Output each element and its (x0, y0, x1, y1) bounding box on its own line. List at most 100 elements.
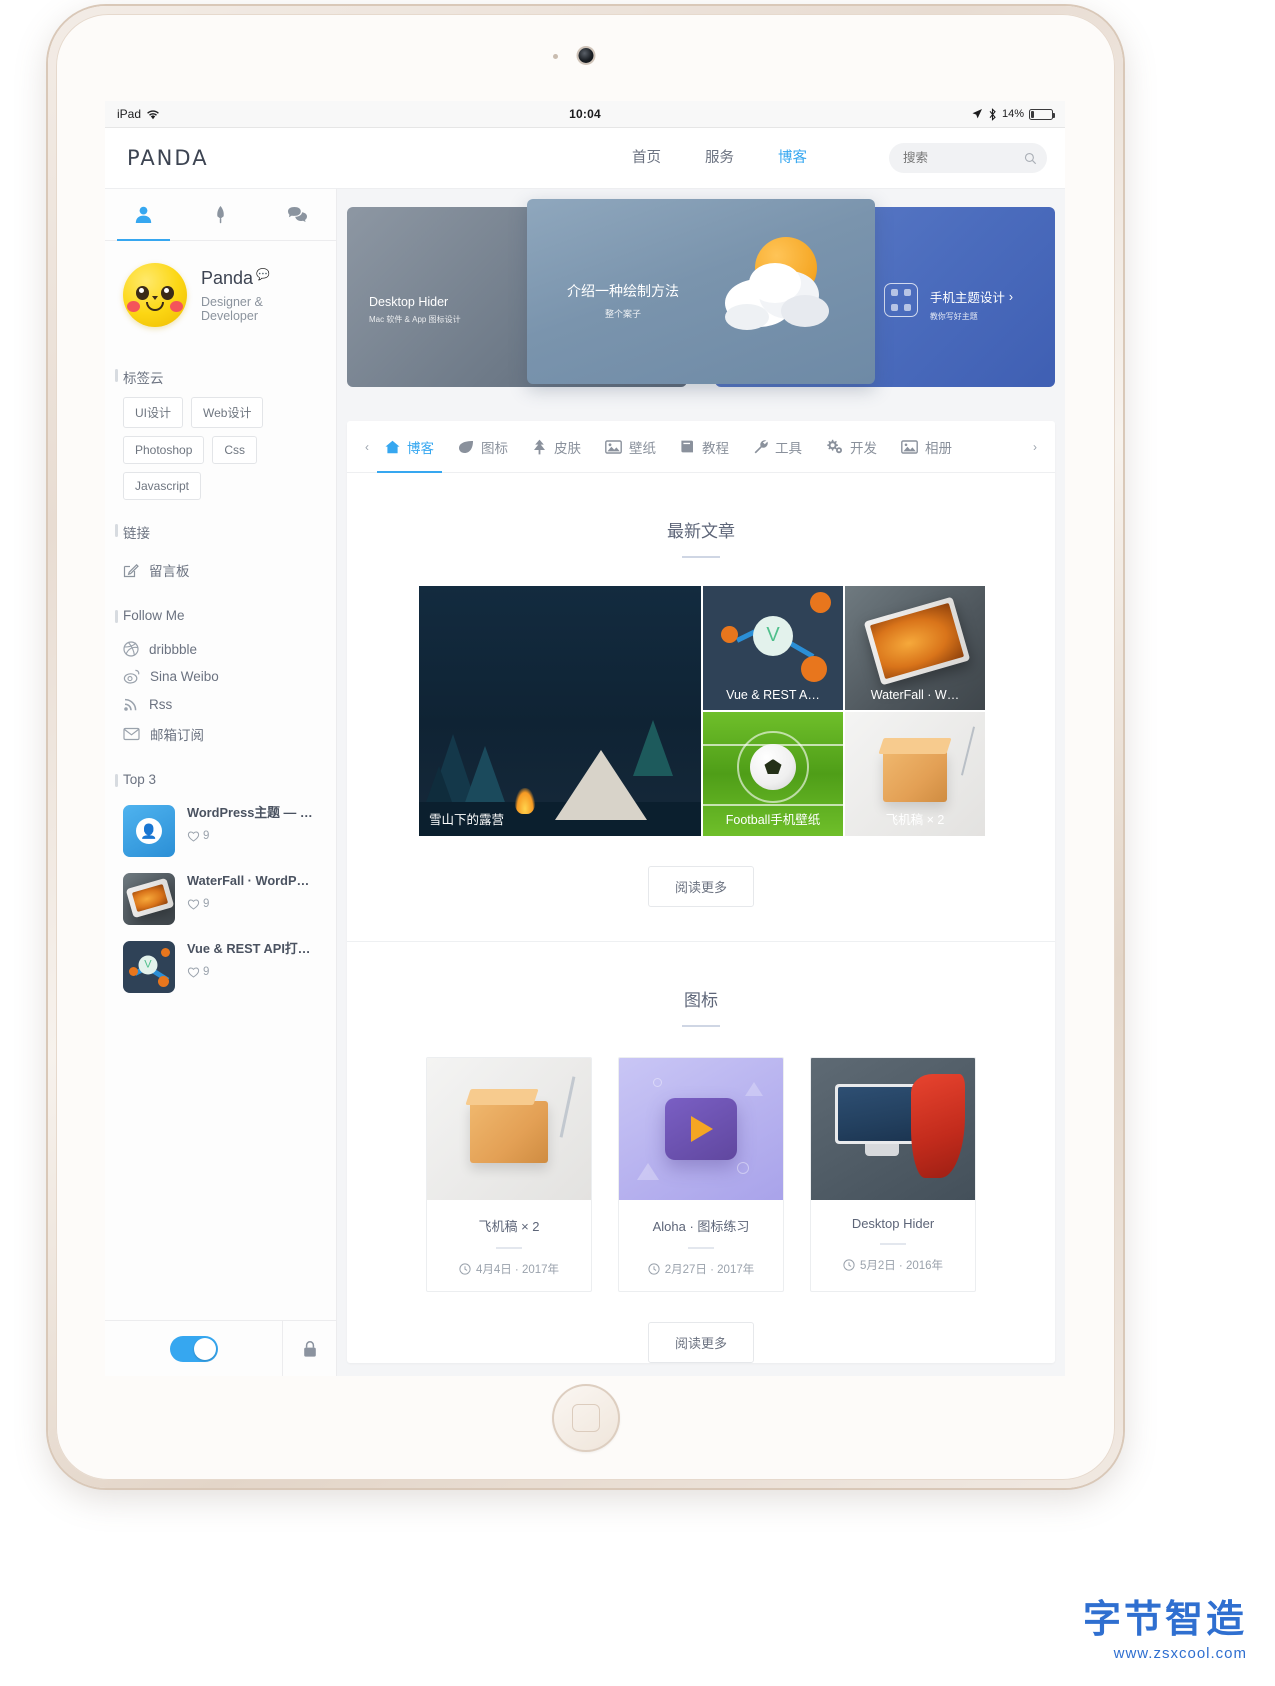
lock-button[interactable] (282, 1321, 336, 1376)
grid-icon (883, 283, 918, 317)
section-title: 图标 (684, 991, 718, 1010)
night-mode-toggle[interactable] (169, 1335, 218, 1362)
nav-item-home[interactable]: 首页 (632, 146, 661, 171)
article-tile-football[interactable]: Football手机壁纸 (703, 712, 843, 836)
status-clock: 10:04 (569, 107, 601, 121)
tab-wallpapers[interactable]: 壁纸 (593, 421, 668, 472)
tag-item[interactable]: Javascript (123, 472, 202, 500)
sidebar-tab-comments[interactable] (259, 189, 336, 240)
tab-development[interactable]: 开发 (814, 421, 889, 472)
tab-tutorials[interactable]: 教程 (668, 421, 741, 472)
page-body: Panda 💬 Designer & Developer 标签云 UI设计 We… (105, 189, 1065, 1376)
card-title: Desktop Hider (851, 1216, 935, 1231)
carousel-slide-active[interactable]: 介绍一种绘制方法 整个案子 (527, 199, 875, 384)
heart-icon (187, 899, 200, 910)
home-button[interactable] (551, 1384, 620, 1452)
list-item[interactable]: V Vue & REST API打… 9 (119, 933, 322, 1001)
photo-icon (901, 439, 918, 454)
follow-item-weibo[interactable]: Sina Weibo (123, 663, 318, 690)
watermark: 字节智造 www.zsxcool.com (1083, 1588, 1247, 1662)
tag-item[interactable]: Web设计 (191, 397, 264, 428)
tag-item[interactable]: Css (212, 436, 258, 464)
slide-caption: 手机主题设计 › 教你写好主题 (883, 283, 1013, 322)
top3-title-text: WordPress主题 — … (187, 805, 313, 820)
top3-text: Vue & REST API打… 9 (187, 941, 310, 978)
battery-icon (1029, 108, 1055, 120)
sidebar-footer (105, 1320, 336, 1376)
dribbble-icon (123, 641, 139, 657)
clock-icon (843, 1259, 855, 1271)
play-icon (665, 1098, 737, 1160)
follow-list: dribbble Sina Weibo Rss 邮箱订阅 (105, 633, 336, 750)
icon-card-desktop-hider[interactable]: Desktop Hider 5月2日 · 2016年 (810, 1057, 976, 1292)
site-logo[interactable]: PANDA (127, 146, 209, 170)
tab-blog[interactable]: 博客 (373, 421, 446, 473)
title-rule (682, 1025, 720, 1027)
follow-item-rss[interactable]: Rss (123, 690, 318, 718)
links-title: 链接 (105, 514, 336, 552)
list-item[interactable]: WaterFall · WordP… 9 (119, 865, 322, 933)
top3-likes: 9 (187, 898, 309, 910)
tab-label: 开发 (850, 440, 877, 456)
wifi-icon (147, 109, 159, 119)
follow-label: Sina Weibo (150, 669, 219, 684)
card-thumbnail (811, 1058, 975, 1200)
cardboard-box-shape (883, 750, 947, 803)
ipad-screen: iPad 10:04 14% PANDA 首页 服务 博客 搜索 Panda 💬… (105, 101, 1065, 1376)
slide-title: 手机主题设计 (929, 291, 1005, 305)
tree-icon (534, 439, 545, 454)
location-arrow-icon (972, 109, 982, 119)
tag-item[interactable]: Photoshop (123, 436, 205, 464)
tag-item[interactable]: UI设计 (123, 397, 184, 428)
likes-count: 9 (203, 897, 210, 910)
top3-text: WordPress主题 — … 9 (187, 805, 313, 842)
bluetooth-icon (989, 107, 996, 121)
article-tile-camping[interactable]: 雪山下的露营 (419, 586, 701, 836)
tab-skins[interactable]: 皮肤 (520, 421, 593, 472)
likes-count: 9 (203, 965, 210, 978)
article-caption: 雪山下的露营 (429, 813, 505, 827)
article-caption: Vue & REST A… (726, 688, 820, 702)
follow-title: Follow Me (105, 600, 336, 633)
search-icon[interactable] (1024, 151, 1037, 166)
battery-percent: 14% (1001, 108, 1024, 120)
title-rule (682, 556, 720, 558)
slide-subtitle: 教你写好主题 (929, 312, 978, 321)
follow-label: dribbble (149, 641, 198, 657)
chevron-right-icon[interactable]: › (1029, 440, 1041, 454)
nav-item-services[interactable]: 服务 (705, 146, 734, 171)
icon-card-box[interactable]: 飞机稿 × 2 4月4日 · 2017年 (426, 1057, 592, 1292)
articles-section-header: 最新文章 (347, 473, 1055, 558)
heart-icon (187, 967, 200, 978)
profile-block: Panda 💬 Designer & Developer (105, 241, 336, 345)
follow-item-email[interactable]: 邮箱订阅 (123, 718, 318, 750)
section-title: 最新文章 (667, 522, 735, 541)
top3-title: Top 3 (105, 764, 336, 797)
article-tile-vue[interactable]: V Vue & REST A… (703, 586, 843, 710)
read-more-icons-button[interactable]: 阅读更多 (647, 1322, 754, 1363)
tab-icons[interactable]: 图标 (446, 421, 520, 472)
search-input[interactable] (903, 151, 1019, 165)
chevron-left-icon[interactable]: ‹ (361, 440, 373, 454)
sidebar-tab-posts[interactable] (182, 189, 259, 240)
status-bar: iPad 10:04 14% (105, 101, 1065, 128)
nav-item-blog[interactable]: 博客 (768, 146, 817, 191)
tab-album[interactable]: 相册 (889, 421, 964, 472)
tab-tools[interactable]: 工具 (741, 421, 814, 472)
read-more-articles-button[interactable]: 阅读更多 (647, 866, 754, 907)
soccer-ball-shape (750, 743, 796, 790)
article-tile-box[interactable]: 飞机稿 × 2 (845, 712, 985, 836)
card-title: Aloha · 图标练习 (652, 1219, 750, 1234)
status-right: 14% (971, 107, 1055, 121)
link-item-guestbook[interactable]: 留言板 (123, 554, 318, 586)
card-thumbnail (619, 1058, 783, 1200)
list-item[interactable]: 👤 WordPress主题 — … 9 (119, 797, 322, 865)
user-icon (135, 206, 152, 223)
follow-item-dribbble[interactable]: dribbble (123, 635, 318, 663)
top3-likes: 9 (187, 830, 313, 842)
envelope-icon (123, 727, 140, 741)
article-tile-waterfall[interactable]: WaterFall · W… (845, 586, 985, 710)
icon-card-aloha[interactable]: Aloha · 图标练习 2月27日 · 2017年 (618, 1057, 784, 1292)
search-box[interactable] (889, 143, 1047, 173)
sidebar-tab-profile[interactable] (105, 189, 182, 241)
